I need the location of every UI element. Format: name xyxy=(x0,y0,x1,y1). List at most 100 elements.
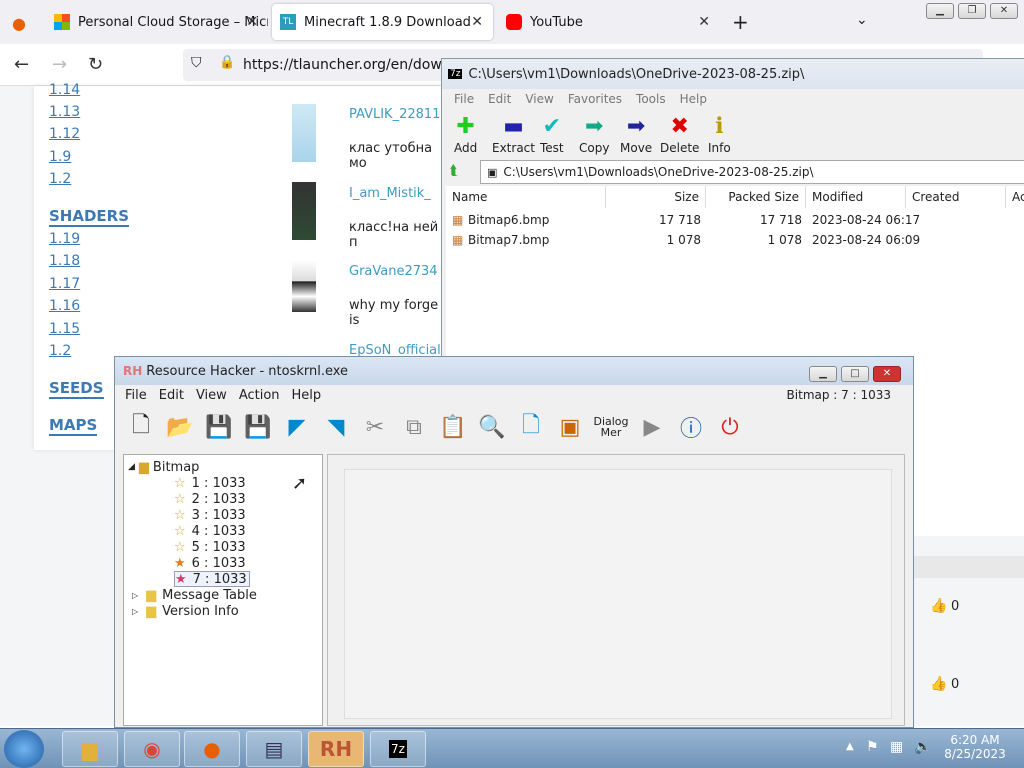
version-link[interactable]: 1.13 xyxy=(49,104,80,120)
tree-item[interactable]: ☆ 5 : 1033 xyxy=(174,539,246,555)
tray-flag-icon[interactable]: ⚑ xyxy=(866,739,879,755)
comment-author[interactable]: GraVane2734 xyxy=(349,264,438,279)
shader-version-link[interactable]: 1.19 xyxy=(49,231,80,247)
start-button[interactable] xyxy=(4,730,44,768)
column-size[interactable]: Size xyxy=(606,186,706,208)
copy-button[interactable]: ➡ Copy xyxy=(579,113,609,155)
tree-item[interactable]: ☆ 3 : 1033 xyxy=(174,507,246,523)
sevenzip-address-bar[interactable]: ▣ C:\Users\vm1\Downloads\OneDrive-2023-0… xyxy=(480,160,1024,184)
like-icon[interactable]: 👍 xyxy=(930,676,947,692)
table-row[interactable]: ▦ Bitmap7.bmp 1 078 1 078 2023-08-24 06:… xyxy=(446,230,1024,250)
table-row[interactable]: ▦ Bitmap6.bmp 17 718 17 718 2023-08-24 0… xyxy=(446,210,1024,230)
column-packed-size[interactable]: Packed Size xyxy=(706,186,806,208)
tree-item[interactable]: ☆ 4 : 1033 xyxy=(174,523,246,539)
minimize-button[interactable]: ▁ xyxy=(926,3,954,19)
forward-icon[interactable]: → xyxy=(52,54,67,75)
menu-file[interactable]: File xyxy=(454,92,474,106)
collapse-icon[interactable]: ◢ xyxy=(128,462,135,472)
menu-help[interactable]: Help xyxy=(292,388,322,403)
seeds-heading[interactable]: SEEDS xyxy=(49,379,104,399)
menu-tools[interactable]: Tools xyxy=(636,92,666,106)
new-file-icon[interactable]: 🗋 xyxy=(123,409,159,445)
move-button[interactable]: ➡ Move xyxy=(620,113,652,155)
test-button[interactable]: ✔ Test xyxy=(540,113,564,155)
close-tab-icon[interactable]: ✕ xyxy=(698,14,710,30)
new-tab-button[interactable]: + xyxy=(732,10,749,34)
tree-node-bitmap[interactable]: ◢ ▆ Bitmap xyxy=(128,459,199,475)
menu-view[interactable]: View xyxy=(196,388,227,403)
save-icon[interactable]: 💾 xyxy=(201,409,237,445)
tab-youtube[interactable]: YouTube ✕ xyxy=(498,4,720,40)
dialog-merger-icon[interactable]: Dialog Mer xyxy=(591,409,631,445)
info-icon[interactable]: ⓘ xyxy=(673,409,709,445)
menu-edit[interactable]: Edit xyxy=(159,388,184,403)
tree-item-selected[interactable]: ★ 7 : 1033 xyxy=(174,571,250,587)
tray-volume-icon[interactable]: 🔈 xyxy=(914,739,931,755)
add-button[interactable]: ✚ Add xyxy=(454,113,477,155)
tab-list-button[interactable]: ⌄ xyxy=(856,12,868,28)
add-resource-icon[interactable]: 🗋 xyxy=(513,409,549,445)
find-icon[interactable]: 🔍 xyxy=(474,409,510,445)
close-tab-icon[interactable]: ✕ xyxy=(246,14,258,30)
expand-icon[interactable]: ▷ xyxy=(132,607,138,616)
version-link[interactable]: 1.12 xyxy=(49,126,80,142)
save-as-icon[interactable]: 💾 xyxy=(240,409,276,445)
chrome-icon[interactable]: ◉ xyxy=(124,731,180,767)
shader-version-link[interactable]: 1.18 xyxy=(49,253,80,269)
version-link[interactable]: 1.2 xyxy=(49,171,71,187)
menu-edit[interactable]: Edit xyxy=(488,92,511,106)
restore-button[interactable]: ❐ xyxy=(958,3,986,19)
tree-node-version-info[interactable]: ▷ ▆ Version Info xyxy=(132,603,239,619)
tree-node-message-table[interactable]: ▷ ▆ Message Table xyxy=(132,587,257,603)
close-tab-icon[interactable]: ✕ xyxy=(471,14,483,30)
comment-author[interactable]: PAVLIK_22811 xyxy=(349,107,440,122)
version-link[interactable]: 1.9 xyxy=(49,149,71,165)
tree-item[interactable]: ☆ 1 : 1033 xyxy=(174,475,246,491)
tree-item[interactable]: ☆ 2 : 1033 xyxy=(174,491,246,507)
file-explorer-icon[interactable]: ▆ xyxy=(62,731,118,767)
menu-action[interactable]: Action xyxy=(239,388,280,403)
menu-help[interactable]: Help xyxy=(680,92,707,106)
column-modified[interactable]: Modified xyxy=(806,186,906,208)
tab-onedrive[interactable]: Personal Cloud Storage – Micro ✕ xyxy=(46,4,268,40)
remote-desktop-icon[interactable]: ▤ xyxy=(246,731,302,767)
clock[interactable]: 6:20 AM 8/25/2023 xyxy=(940,733,1010,761)
resource-hacker-taskbar-icon[interactable]: RH xyxy=(308,731,364,767)
sevenzip-taskbar-icon[interactable]: 7z xyxy=(370,731,426,767)
back-icon[interactable]: ← xyxy=(14,54,29,75)
rh-close-button[interactable]: ✕ xyxy=(873,366,901,382)
shaders-heading[interactable]: SHADERS xyxy=(49,207,130,227)
comment-author[interactable]: I_am_Mistik_ xyxy=(349,186,431,201)
tree-item[interactable]: ★ 6 : 1033 xyxy=(174,555,246,571)
open-folder-icon[interactable]: 📂 xyxy=(162,409,198,445)
shader-version-link[interactable]: 1.16 xyxy=(49,298,80,314)
menu-view[interactable]: View xyxy=(525,92,553,106)
column-name[interactable]: Name xyxy=(446,186,606,208)
back-arrow-icon[interactable]: ◤ xyxy=(279,409,315,445)
copy-icon[interactable]: ⧉ xyxy=(396,409,432,445)
tray-expand-icon[interactable]: ▲ xyxy=(846,741,854,752)
power-icon[interactable]: ⏻ xyxy=(712,409,748,445)
menu-favorites[interactable]: Favorites xyxy=(568,92,622,106)
column-created[interactable]: Created xyxy=(906,186,1006,208)
cut-icon[interactable]: ✂ xyxy=(357,409,393,445)
shader-version-link[interactable]: 1.2 xyxy=(49,343,71,359)
delete-button[interactable]: ✖ Delete xyxy=(660,113,699,155)
maps-heading[interactable]: MAPS xyxy=(49,416,98,436)
forward-arrow-icon[interactable]: ◥ xyxy=(318,409,354,445)
menu-file[interactable]: File xyxy=(125,388,147,403)
firefox-icon[interactable]: ● xyxy=(184,731,240,767)
shader-version-link[interactable]: 1.17 xyxy=(49,276,80,292)
rh-maximize-button[interactable]: □ xyxy=(841,366,869,382)
version-link[interactable]: 1.14 xyxy=(49,82,80,98)
close-button[interactable]: ✕ xyxy=(990,3,1018,19)
shader-version-link[interactable]: 1.15 xyxy=(49,321,80,337)
firefox-icon[interactable]: ● xyxy=(12,14,26,33)
extract-button[interactable]: ▬ Extract xyxy=(492,113,535,155)
tab-minecraft[interactable]: TL Minecraft 1.8.9 Download ✕ xyxy=(272,4,493,40)
rh-minimize-button[interactable]: ▁ xyxy=(809,366,837,382)
shield-icon[interactable]: ⛉ xyxy=(191,55,202,71)
tray-network-icon[interactable]: ▦ xyxy=(890,739,903,755)
play-icon[interactable]: ▶ xyxy=(634,409,670,445)
expand-icon[interactable]: ▷ xyxy=(132,591,138,600)
